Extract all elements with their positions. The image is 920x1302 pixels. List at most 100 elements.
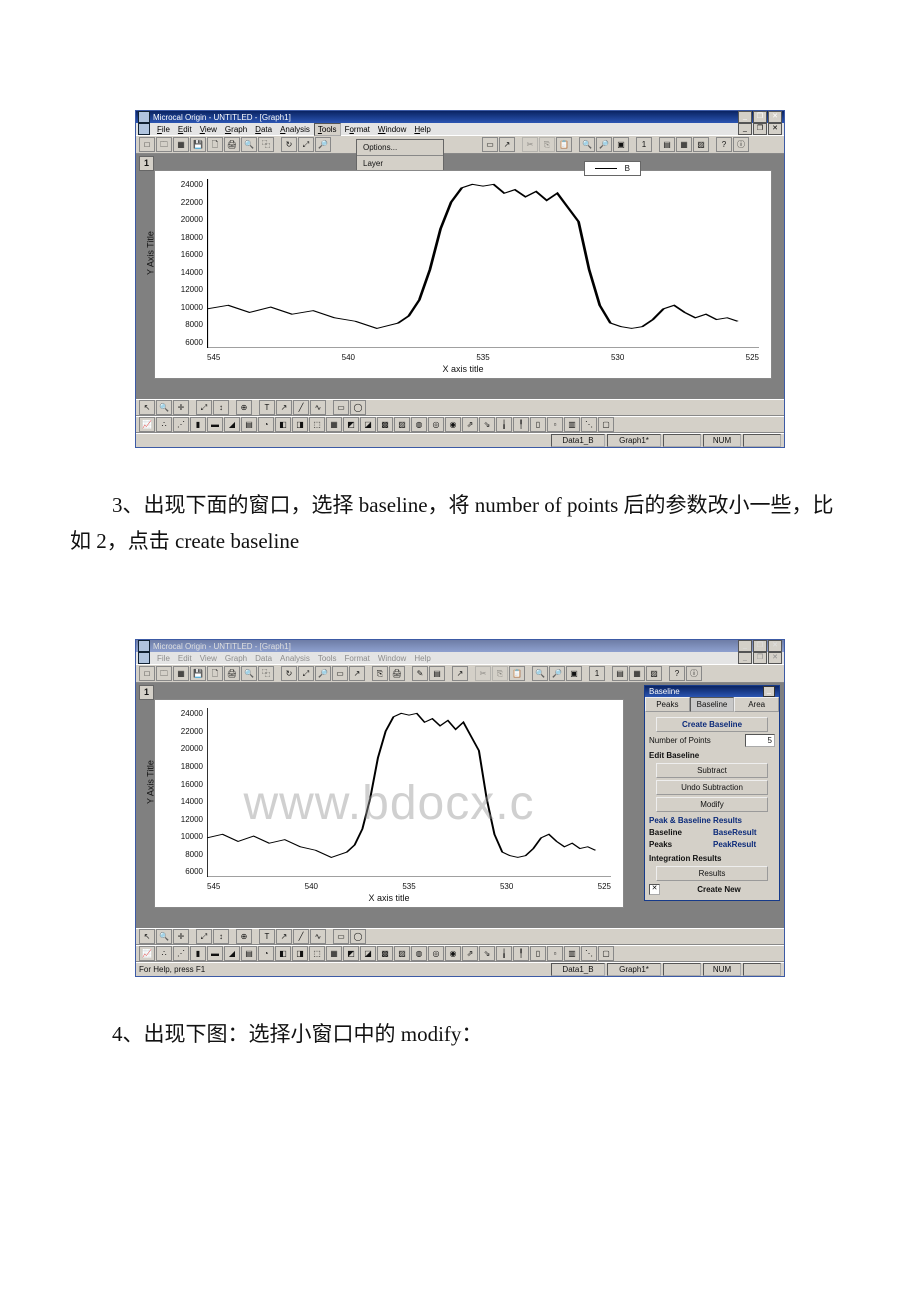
print2-icon[interactable]: 🖨 bbox=[389, 666, 405, 681]
g-stack-icon[interactable]: ▤ bbox=[241, 946, 257, 961]
zoomout-icon[interactable]: 🔎 bbox=[549, 666, 565, 681]
mdi-min-button[interactable]: _ bbox=[738, 123, 752, 135]
create-new-checkbox[interactable]: ✕ bbox=[649, 884, 660, 895]
line-icon[interactable]: ╱ bbox=[293, 400, 309, 415]
minimize-button[interactable]: _ bbox=[738, 640, 752, 652]
g-surf2-icon[interactable]: ◪ bbox=[360, 946, 376, 961]
g-3d2-icon[interactable]: ◨ bbox=[292, 946, 308, 961]
zoom-icon[interactable]: 🔎 bbox=[315, 137, 331, 152]
menu-graph[interactable]: Graph bbox=[221, 124, 251, 135]
g-cont2-icon[interactable]: ◎ bbox=[428, 417, 444, 432]
refresh-icon[interactable]: ↻ bbox=[281, 666, 297, 681]
curve-icon[interactable]: ∿ bbox=[310, 400, 326, 415]
g-hilo2-icon[interactable]: ╿ bbox=[513, 946, 529, 961]
cut-icon[interactable]: ✂ bbox=[475, 666, 491, 681]
g-column-icon[interactable]: ▮ bbox=[190, 417, 206, 432]
split-icon[interactable]: ▦ bbox=[629, 666, 645, 681]
baseline-minimize-button[interactable]: _ bbox=[763, 686, 775, 697]
stack-icon[interactable]: ▤ bbox=[659, 137, 675, 152]
1-icon[interactable]: 1 bbox=[636, 137, 652, 152]
rect-icon[interactable]: ▭ bbox=[333, 929, 349, 944]
modify-button[interactable]: Modify bbox=[656, 797, 768, 812]
paste-icon[interactable]: 📋 bbox=[556, 137, 572, 152]
preview-icon[interactable]: 🔍 bbox=[241, 137, 257, 152]
g-float-icon[interactable]: ▯ bbox=[530, 417, 546, 432]
g-3d4-icon[interactable]: ▦ bbox=[326, 946, 342, 961]
about-icon[interactable]: ⓘ bbox=[686, 666, 702, 681]
close-button[interactable]: ✕ bbox=[768, 640, 782, 652]
menu-analysis[interactable]: Analysis bbox=[276, 653, 314, 664]
stack-icon[interactable]: ▤ bbox=[612, 666, 628, 681]
g-area-icon[interactable]: ◢ bbox=[224, 946, 240, 961]
tab-area[interactable]: Area bbox=[734, 697, 779, 712]
subtract-button[interactable]: Subtract bbox=[656, 763, 768, 778]
data-sel-icon[interactable]: ✛ bbox=[173, 929, 189, 944]
whole-icon[interactable]: ▣ bbox=[613, 137, 629, 152]
arrange-icon[interactable]: ▨ bbox=[646, 666, 662, 681]
results-icon[interactable]: ▤ bbox=[429, 666, 445, 681]
close-button[interactable]: ✕ bbox=[768, 111, 782, 123]
menu-help[interactable]: Help bbox=[410, 124, 434, 135]
g-surf4-icon[interactable]: ▨ bbox=[394, 946, 410, 961]
text-icon[interactable]: T bbox=[259, 929, 275, 944]
menu-file[interactable]: File bbox=[153, 653, 174, 664]
zoom-icon[interactable]: 🔍 bbox=[156, 400, 172, 415]
open-icon[interactable]: 🗀 bbox=[156, 137, 172, 152]
arrow-icon[interactable]: ↗ bbox=[276, 400, 292, 415]
copy-icon[interactable]: ⎘ bbox=[539, 137, 555, 152]
layer-button[interactable]: 1 bbox=[139, 685, 154, 700]
script-icon[interactable]: ↗ bbox=[452, 666, 468, 681]
g-hist-icon[interactable]: ▥ bbox=[564, 946, 580, 961]
g-3d2-icon[interactable]: ◨ bbox=[292, 417, 308, 432]
line-icon[interactable]: ╱ bbox=[293, 929, 309, 944]
menu-view[interactable]: View bbox=[196, 124, 221, 135]
g-cont3-icon[interactable]: ◉ bbox=[445, 946, 461, 961]
plot-icon[interactable]: ↗ bbox=[349, 666, 365, 681]
g-pie-icon[interactable]: ◔ bbox=[258, 417, 274, 432]
g-hist-icon[interactable]: ▥ bbox=[564, 417, 580, 432]
pointer-icon[interactable]: ↖ bbox=[139, 400, 155, 415]
zoom-icon[interactable]: 🔍 bbox=[156, 929, 172, 944]
cut-icon[interactable]: ✂ bbox=[522, 137, 538, 152]
preview-icon[interactable]: 🔍 bbox=[241, 666, 257, 681]
notes-icon[interactable]: ✎ bbox=[412, 666, 428, 681]
g-area-icon[interactable]: ◢ bbox=[224, 417, 240, 432]
g-mat-icon[interactable]: ▢ bbox=[598, 946, 614, 961]
g-cont1-icon[interactable]: ◍ bbox=[411, 946, 427, 961]
tab-baseline[interactable]: Baseline bbox=[690, 697, 735, 712]
duplicate-icon[interactable]: ⿻ bbox=[258, 137, 274, 152]
import-icon[interactable]: ▦ bbox=[173, 666, 189, 681]
rect-icon[interactable]: ▭ bbox=[333, 400, 349, 415]
print-icon[interactable]: 🖨 bbox=[224, 666, 240, 681]
g-column-icon[interactable]: ▮ bbox=[190, 946, 206, 961]
pointer-icon[interactable]: ↖ bbox=[139, 929, 155, 944]
copy-page-icon[interactable]: ⎘ bbox=[372, 666, 388, 681]
g-vec1-icon[interactable]: ⇗ bbox=[462, 417, 478, 432]
g-3d3-icon[interactable]: ⬚ bbox=[309, 417, 325, 432]
mdi-max-button[interactable]: ❐ bbox=[753, 123, 767, 135]
g-box-icon[interactable]: ▫ bbox=[547, 417, 563, 432]
g-cont3-icon[interactable]: ◉ bbox=[445, 417, 461, 432]
screen-icon[interactable]: ⊕ bbox=[236, 400, 252, 415]
refresh-icon[interactable]: ↻ bbox=[281, 137, 297, 152]
ellipse-icon[interactable]: ◯ bbox=[350, 400, 366, 415]
menu-edit[interactable]: Edit bbox=[174, 653, 196, 664]
text-icon[interactable]: T bbox=[259, 400, 275, 415]
menu-tools[interactable]: Tools bbox=[314, 123, 341, 136]
g-qq-icon[interactable]: ⋱ bbox=[581, 417, 597, 432]
menu-format[interactable]: Format bbox=[341, 653, 374, 664]
mdi-close-button[interactable]: ✕ bbox=[768, 123, 782, 135]
save-icon[interactable]: 💾 bbox=[190, 666, 206, 681]
menu-window[interactable]: Window bbox=[374, 124, 410, 135]
rescale-icon[interactable]: ↕ bbox=[213, 929, 229, 944]
screen-icon[interactable]: ⊕ bbox=[236, 929, 252, 944]
g-cont1-icon[interactable]: ◍ bbox=[411, 417, 427, 432]
baseline-tool-window[interactable]: Baseline _ Peaks Baseline Area Create Ba… bbox=[644, 685, 780, 900]
g-box-icon[interactable]: ▫ bbox=[547, 946, 563, 961]
g-surf1-icon[interactable]: ◩ bbox=[343, 417, 359, 432]
import-icon[interactable]: ▦ bbox=[173, 137, 189, 152]
ellipse-icon[interactable]: ◯ bbox=[350, 929, 366, 944]
g-line-icon[interactable]: 📈 bbox=[139, 417, 155, 432]
menu-file[interactable]: File bbox=[153, 124, 174, 135]
open-icon[interactable]: 🗀 bbox=[156, 666, 172, 681]
